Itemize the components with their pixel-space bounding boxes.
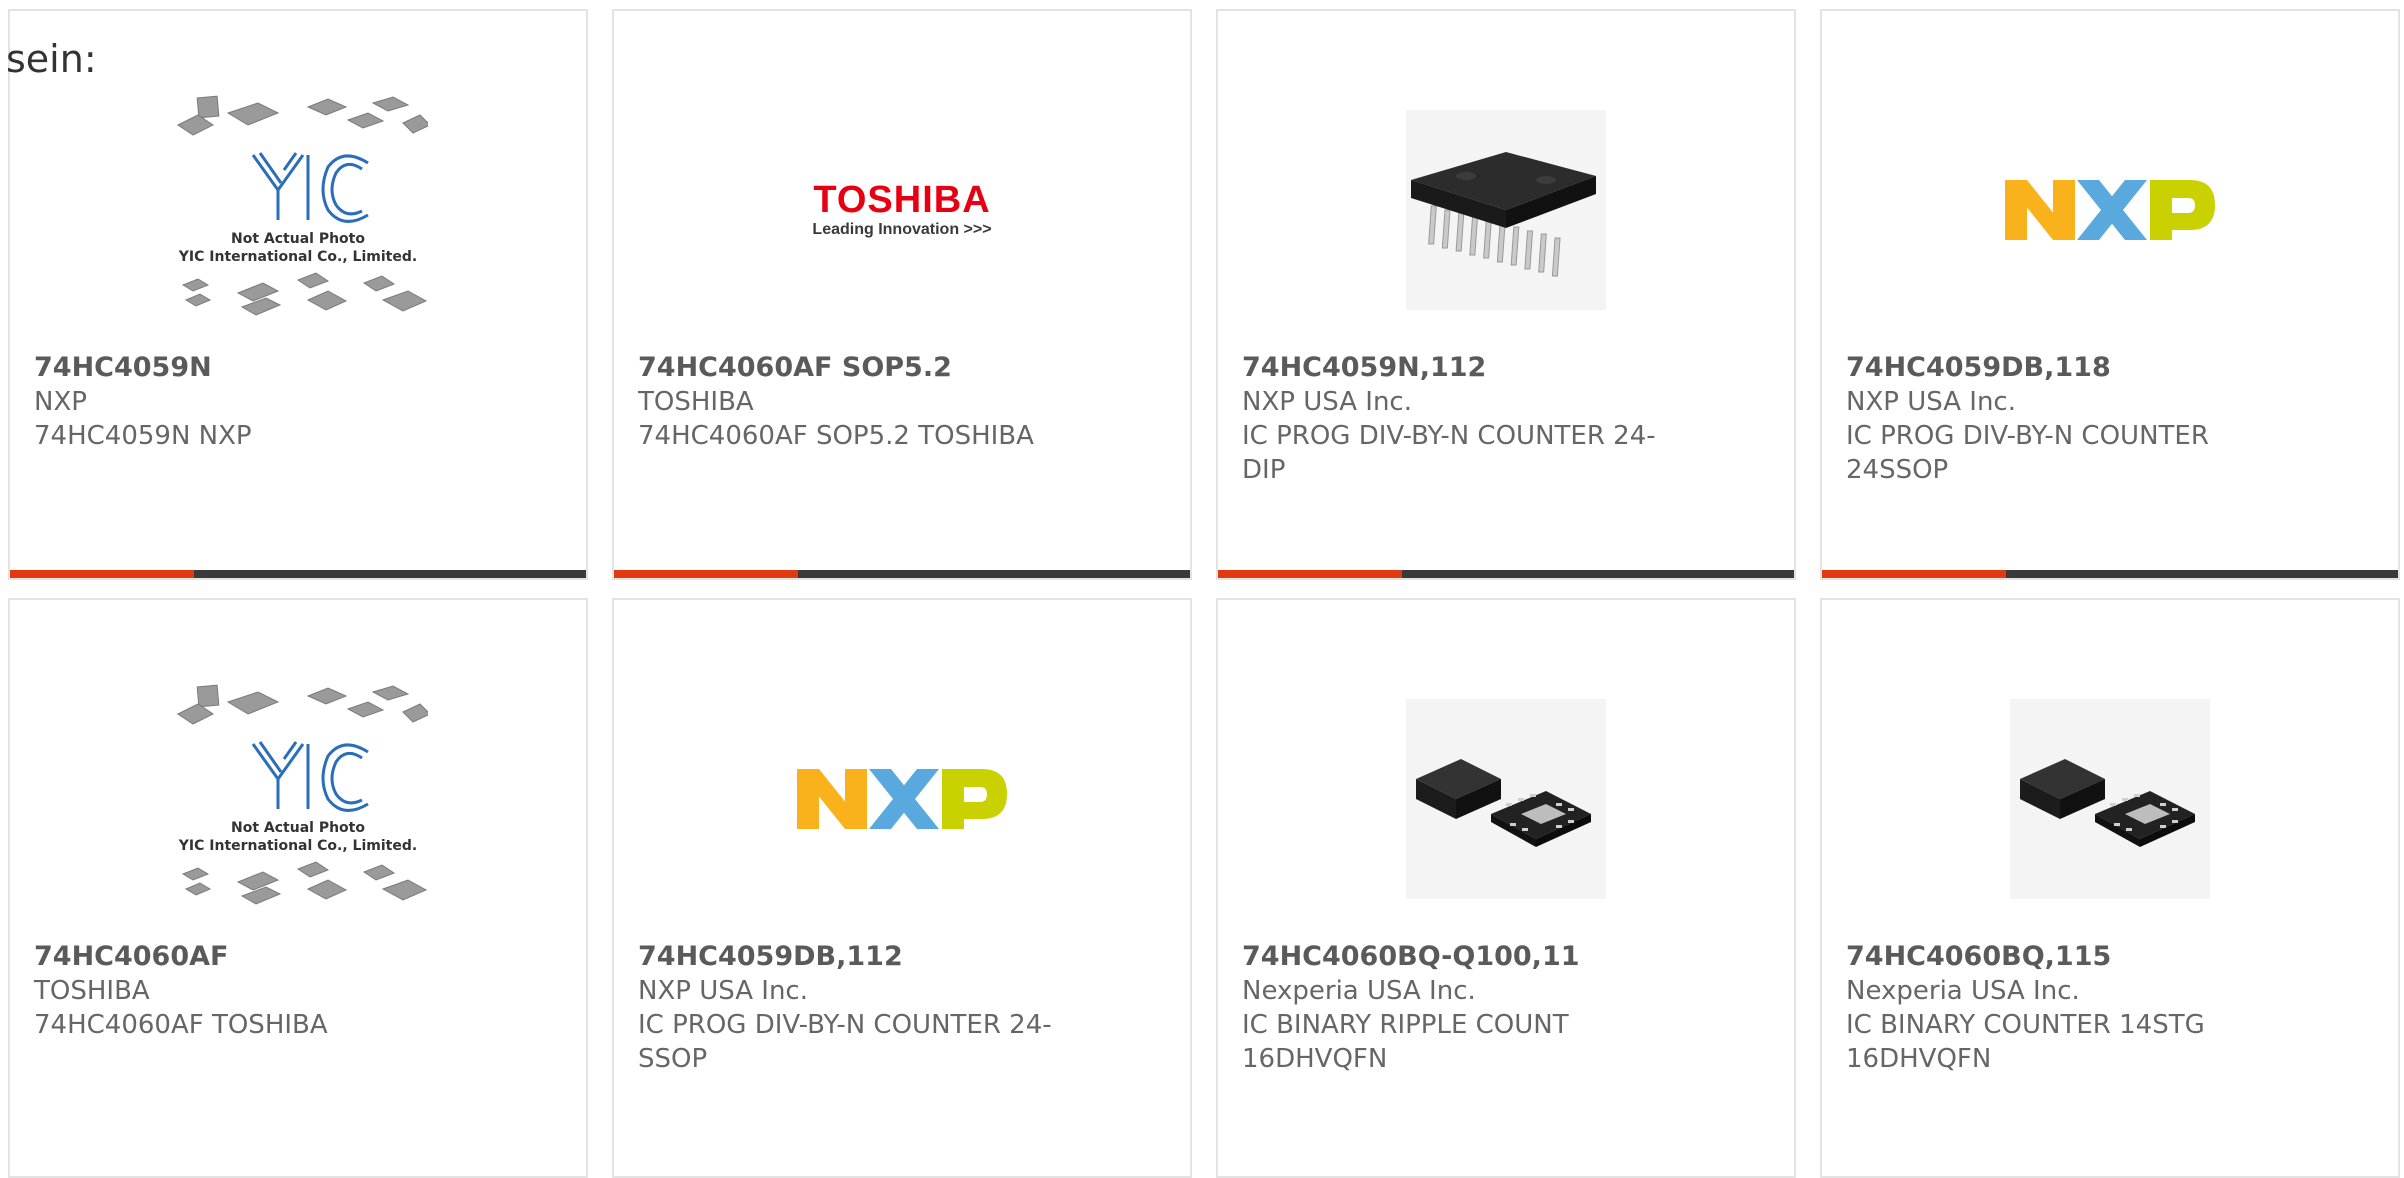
toshiba-logo-text: TOSHIBA: [813, 179, 991, 221]
product-card[interactable]: 74HC4060BQ-Q100,11 Nexperia USA Inc. IC …: [1216, 598, 1796, 1178]
part-number[interactable]: 74HC4060BQ,115: [1846, 940, 2374, 974]
toshiba-logo-image: TOSHIBA Leading Innovation >>>: [772, 95, 1032, 325]
placeholder-product-image: Not Actual Photo YIC International Co., …: [168, 95, 428, 325]
placeholder-caption-2: YIC International Co., Limited.: [178, 838, 417, 854]
card-bottom-bar: [10, 570, 586, 578]
card-bottom-bar: [1218, 570, 1794, 578]
nxp-logo-image: [772, 684, 1032, 914]
placeholder-caption-1: Not Actual Photo: [231, 820, 365, 836]
description: IC PROG DIV-BY-N COUNTER 24SSOP: [1846, 421, 2209, 485]
card-accent-bar: [1218, 570, 1403, 578]
page-intro-text: sein:: [6, 37, 97, 81]
description: IC PROG DIV-BY-N COUNTER 24-SSOP: [638, 1010, 1052, 1074]
manufacturer: Nexperia USA Inc.: [1242, 976, 1476, 1006]
product-card[interactable]: 74HC4059N,112 NXP USA Inc. IC PROG DIV-B…: [1216, 9, 1796, 580]
part-number[interactable]: 74HC4059DB,112: [638, 940, 1166, 974]
dip-chip-image: [1376, 95, 1636, 325]
description: 74HC4060AF SOP5.2 TOSHIBA: [638, 421, 1034, 451]
part-number[interactable]: 74HC4060BQ-Q100,11: [1242, 940, 1770, 974]
card-accent-bar: [1822, 570, 2007, 578]
product-card[interactable]: Not Actual Photo YIC International Co., …: [8, 598, 588, 1178]
description: IC BINARY COUNTER 14STG 16DHVQFN: [1846, 1010, 2205, 1074]
manufacturer: Nexperia USA Inc.: [1846, 976, 2080, 1006]
manufacturer: NXP USA Inc.: [638, 976, 808, 1006]
description: IC BINARY RIPPLE COUNT 16DHVQFN: [1242, 1010, 1569, 1074]
description: IC PROG DIV-BY-N COUNTER 24-DIP: [1242, 421, 1656, 485]
qfn-chip-image: [1980, 684, 2240, 914]
part-number[interactable]: 74HC4059N: [34, 351, 562, 385]
product-card[interactable]: 74HC4060BQ,115 Nexperia USA Inc. IC BINA…: [1820, 598, 2400, 1178]
part-number[interactable]: 74HC4060AF: [34, 940, 562, 974]
placeholder-caption-2: YIC International Co., Limited.: [178, 249, 417, 265]
product-card[interactable]: 74HC4059DB,112 NXP USA Inc. IC PROG DIV-…: [612, 598, 1192, 1178]
card-accent-bar: [10, 570, 195, 578]
manufacturer: NXP USA Inc.: [1242, 387, 1412, 417]
placeholder-product-image: Not Actual Photo YIC International Co., …: [168, 684, 428, 914]
manufacturer: TOSHIBA: [34, 976, 150, 1006]
product-card[interactable]: TOSHIBA Leading Innovation >>> 74HC4060A…: [612, 9, 1192, 580]
part-number[interactable]: 74HC4059N,112: [1242, 351, 1770, 385]
card-accent-bar: [614, 570, 799, 578]
part-number[interactable]: 74HC4060AF SOP5.2: [638, 351, 1166, 385]
placeholder-caption-1: Not Actual Photo: [231, 231, 365, 247]
product-card[interactable]: Not Actual Photo YIC International Co., …: [8, 9, 588, 580]
manufacturer: TOSHIBA: [638, 387, 754, 417]
product-card[interactable]: 74HC4059DB,118 NXP USA Inc. IC PROG DIV-…: [1820, 9, 2400, 580]
part-number[interactable]: 74HC4059DB,118: [1846, 351, 2374, 385]
card-bottom-bar: [614, 570, 1190, 578]
qfn-chip-image: [1376, 684, 1636, 914]
description: 74HC4059N NXP: [34, 421, 252, 451]
manufacturer: NXP: [34, 387, 87, 417]
toshiba-logo-tagline: Leading Innovation >>>: [812, 221, 992, 238]
manufacturer: NXP USA Inc.: [1846, 387, 2016, 417]
description: 74HC4060AF TOSHIBA: [34, 1010, 328, 1040]
nxp-logo-image: [1980, 95, 2240, 325]
card-bottom-bar: [1822, 570, 2398, 578]
